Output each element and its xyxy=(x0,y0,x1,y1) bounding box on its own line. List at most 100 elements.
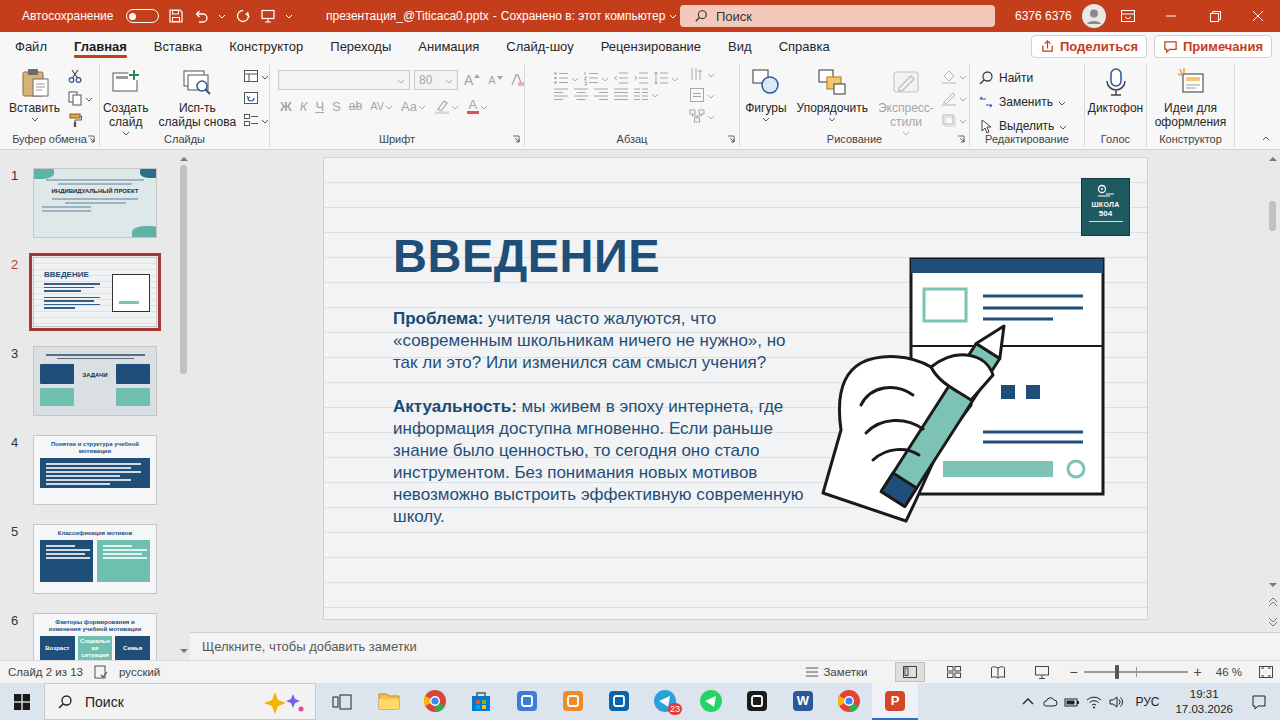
format-button[interactable]: Aa xyxy=(399,99,428,114)
collapse-ribbon-icon[interactable] xyxy=(1262,136,1270,141)
taskbar-app[interactable] xyxy=(688,683,734,720)
clock[interactable]: 19:3117.03.2026 xyxy=(1175,687,1233,717)
slide-paragraph[interactable]: Проблема: учителя часто жалуются, что «с… xyxy=(393,308,805,374)
slide-thumbnail-row[interactable]: 4Понятие и структура учебной мотивации xyxy=(0,435,177,505)
align-text-icon[interactable] xyxy=(689,87,705,103)
view-button[interactable] xyxy=(1027,662,1057,682)
wifi-icon[interactable] xyxy=(1086,694,1102,710)
taskbar-app[interactable] xyxy=(504,683,550,720)
present-from-start-icon[interactable] xyxy=(260,8,276,24)
zoom-slider[interactable] xyxy=(1084,671,1188,673)
format-button[interactable]: К xyxy=(298,99,310,114)
section-icon[interactable] xyxy=(243,112,259,128)
dictate-button[interactable]: Диктофон xyxy=(1085,64,1146,115)
smartart-icon[interactable] xyxy=(689,108,705,124)
ribbon-tab[interactable]: Справка xyxy=(771,32,838,60)
design-ideas-button[interactable]: Идеи дляоформления xyxy=(1152,64,1230,129)
font-size-step-button[interactable]: A xyxy=(486,74,504,86)
scroll-up-icon[interactable] xyxy=(180,156,188,161)
caret-icon[interactable] xyxy=(85,97,93,102)
clear-formatting-icon[interactable] xyxy=(509,72,525,88)
justify-icon[interactable] xyxy=(613,86,629,102)
close-button[interactable] xyxy=(1236,0,1280,32)
copy-icon[interactable] xyxy=(67,90,83,106)
align-right-icon[interactable] xyxy=(593,86,609,102)
taskbar-app[interactable] xyxy=(366,683,412,720)
start-button[interactable] xyxy=(0,683,44,720)
search-box[interactable]: Поиск xyxy=(680,5,995,27)
previous-slide-icon[interactable] xyxy=(1269,598,1277,607)
dialog-launcher-icon[interactable] xyxy=(512,135,520,143)
volume-icon[interactable] xyxy=(1108,694,1124,710)
ribbon-tab[interactable]: Слайд-шоу xyxy=(498,32,581,60)
caret-icon[interactable] xyxy=(261,119,269,124)
redo-icon[interactable] xyxy=(235,8,251,24)
taskbar-app[interactable]: 23 xyxy=(642,683,688,720)
slide-thumbnail-row[interactable]: 1ИНДИВИДУАЛЬНЫЙ ПРОЕКТ xyxy=(0,168,177,238)
numbering-icon[interactable] xyxy=(583,70,599,86)
ribbon-tab[interactable]: Главная xyxy=(66,32,135,60)
format-button[interactable]: AV xyxy=(368,100,395,112)
taskbar-app[interactable] xyxy=(412,683,458,720)
slide-title[interactable]: ВВЕДЕНИЕ xyxy=(393,228,805,284)
view-button[interactable] xyxy=(895,662,925,682)
editing-button[interactable]: Найти xyxy=(978,70,1033,86)
slide-thumbnail-row[interactable]: 6Факторы формирования и изменения учебно… xyxy=(0,613,177,660)
ribbon-tab[interactable]: Вставка xyxy=(146,32,210,60)
slide-thumbnail-row[interactable]: 2ВВЕДЕНИЕ xyxy=(0,257,177,327)
taskbar-app[interactable] xyxy=(550,683,596,720)
undo-icon[interactable] xyxy=(193,8,209,24)
avatar-icon[interactable] xyxy=(1082,4,1106,28)
slide-thumbnail[interactable]: ИНДИВИДУАЛЬНЫЙ ПРОЕКТ xyxy=(33,168,157,238)
ribbon-tab[interactable]: Рецензирование xyxy=(593,32,709,60)
view-button[interactable] xyxy=(983,662,1013,682)
format-button[interactable]: Ж xyxy=(278,99,294,114)
text-direction-icon[interactable] xyxy=(689,66,705,82)
notifications-icon[interactable] xyxy=(1251,694,1267,710)
cut-icon[interactable] xyxy=(67,68,83,84)
dialog-launcher-icon[interactable] xyxy=(727,135,735,143)
taskbar-search[interactable]: Поиск xyxy=(44,683,316,720)
autosave-toggle[interactable] xyxy=(126,9,159,23)
drawing-button[interactable]: Упорядочить xyxy=(794,64,871,122)
share-button[interactable]: Поделиться xyxy=(1031,35,1147,58)
task-view-icon[interactable] xyxy=(332,694,352,710)
comments-button[interactable]: Примечания xyxy=(1154,35,1272,58)
reuse-slides-button[interactable]: Исп-тьслайды снова xyxy=(156,64,240,129)
slide-thumbnail-row[interactable]: 3ЗАДАЧИ xyxy=(0,346,177,416)
cloud-icon[interactable] xyxy=(1042,694,1058,710)
paste-button[interactable]: Вставить xyxy=(6,64,63,122)
taskbar-app[interactable] xyxy=(458,683,504,720)
zoom-in-button[interactable]: + xyxy=(1194,664,1202,680)
decrease-indent-icon[interactable] xyxy=(613,70,629,86)
scroll-thumb[interactable] xyxy=(180,165,187,374)
ribbon-tab[interactable]: Вид xyxy=(720,32,760,60)
next-slide-icon[interactable] xyxy=(1269,617,1277,626)
editing-button[interactable]: Выделить xyxy=(978,118,1067,134)
format-painter-icon[interactable] xyxy=(67,112,83,128)
user-name[interactable]: 6376 6376 xyxy=(1015,9,1072,23)
customize-caret-icon[interactable] xyxy=(285,14,293,19)
ribbon-tab[interactable]: Переходы xyxy=(322,32,399,60)
shape-fill-icon[interactable] xyxy=(941,68,957,84)
notes-button[interactable]: Заметки xyxy=(804,664,867,680)
layout-icon[interactable] xyxy=(243,68,259,84)
increase-indent-icon[interactable] xyxy=(633,70,649,86)
ribbon-display-button[interactable] xyxy=(1106,0,1150,32)
scroll-down-icon[interactable] xyxy=(180,649,188,654)
notes-pane[interactable]: Щелкните, чтобы добавить заметки xyxy=(190,632,1280,660)
accessibility-icon[interactable] xyxy=(93,664,109,680)
slide-thumbnail[interactable]: ЗАДАЧИ xyxy=(33,346,157,416)
taskbar-app[interactable] xyxy=(826,683,872,720)
shape-outline-icon[interactable] xyxy=(941,90,957,106)
document-title[interactable]: презентация_@Titicaca0.pptx-Сохранено в:… xyxy=(312,9,672,23)
font-name-field[interactable] xyxy=(278,70,410,90)
slide-paragraph[interactable]: Актуальность: мы живем в эпоху интернета… xyxy=(393,396,805,528)
undo-caret-icon[interactable] xyxy=(218,14,226,19)
new-slide-button[interactable]: Создатьслайд xyxy=(100,64,152,136)
font-size-field[interactable]: 80 xyxy=(414,70,458,90)
thumbnail-scrollbar[interactable] xyxy=(177,150,190,660)
reset-icon[interactable] xyxy=(243,90,259,106)
columns-icon[interactable] xyxy=(633,86,649,102)
format-button[interactable]: Ч xyxy=(313,99,326,114)
